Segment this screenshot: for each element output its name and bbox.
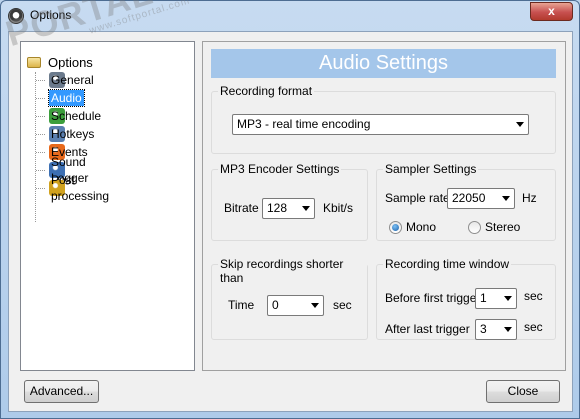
bitrate-value: 128 <box>267 201 288 215</box>
after-last-trigger-value: 3 <box>480 322 487 336</box>
chevron-down-icon <box>502 196 510 201</box>
skip-time-unit: sec <box>333 298 352 312</box>
tree-root-label: Options <box>48 54 93 70</box>
window-title: Options <box>30 8 72 22</box>
folder-icon <box>27 54 43 70</box>
before-first-trigger-select[interactable]: 1 <box>475 288 517 309</box>
stereo-label[interactable]: Stereo <box>485 220 520 234</box>
tree-item-schedule[interactable]: Schedule <box>49 107 101 125</box>
before-first-trigger-unit: sec <box>524 289 543 303</box>
tree-item-general[interactable]: General <box>49 71 94 89</box>
bitrate-select[interactable]: 128 <box>262 198 315 219</box>
settings-panel: Audio Settings Recording format MP3 - re… <box>202 41 566 371</box>
tree-connector <box>36 170 45 171</box>
options-tree[interactable]: Options General Audio Schedule Hotkeys Event… <box>20 41 195 371</box>
after-last-trigger-unit: sec <box>524 320 543 334</box>
before-first-trigger-value: 1 <box>480 291 487 305</box>
tree-connector <box>36 134 45 135</box>
mp3-encoder-title: MP3 Encoder Settings <box>218 162 342 176</box>
close-button[interactable]: Close <box>486 380 560 403</box>
app-icon <box>8 8 24 24</box>
chevron-down-icon <box>302 206 310 211</box>
recording-format-value: MP3 - real time encoding <box>237 117 371 131</box>
chevron-down-icon <box>516 122 524 127</box>
tree-connector <box>36 80 45 81</box>
sample-rate-unit: Hz <box>522 191 537 205</box>
recording-format-group: Recording format MP3 - real time encodin… <box>211 84 556 154</box>
panel-header: Audio Settings <box>211 49 556 78</box>
tree-item-post-processing[interactable]: Post processing <box>49 173 109 203</box>
tree-item-audio[interactable]: Audio <box>48 89 85 107</box>
tree-connector <box>35 72 36 222</box>
tree-connector <box>36 116 45 117</box>
bitrate-label: Bitrate <box>224 201 259 215</box>
chevron-down-icon <box>504 296 512 301</box>
after-last-trigger-select[interactable]: 3 <box>475 319 517 340</box>
after-last-trigger-label: After last trigger <box>385 322 470 336</box>
skip-time-select[interactable]: 0 <box>267 295 324 316</box>
options-window: Options x Options General Audio Schedule Ho… <box>0 0 580 419</box>
sampler-group: Sampler Settings Sample rate 22050 Hz Mo… <box>376 162 556 241</box>
tree-connector <box>36 98 45 99</box>
skip-recordings-group: Skip recordings shorter than Time 0 sec <box>211 257 368 340</box>
tree-item-label: Post processing <box>51 173 110 203</box>
recording-time-window-group: Recording time window Before first trigg… <box>376 257 556 340</box>
window-close-button[interactable]: x <box>530 2 573 21</box>
tree-item-label: General <box>51 73 94 87</box>
sample-rate-value: 22050 <box>452 191 486 205</box>
before-first-trigger-label: Before first trigger <box>385 291 481 305</box>
tree-item-label: Audio <box>48 89 85 107</box>
advanced-button[interactable]: Advanced... <box>24 380 99 403</box>
mono-label[interactable]: Mono <box>406 220 436 234</box>
sample-rate-label: Sample rate <box>385 191 450 205</box>
recording-format-select[interactable]: MP3 - real time encoding <box>232 114 529 135</box>
client-area: Options General Audio Schedule Hotkeys Event… <box>8 31 573 412</box>
time-label: Time <box>228 298 255 312</box>
chevron-down-icon <box>311 303 319 308</box>
tree-item-label: Hotkeys <box>51 127 95 141</box>
sample-rate-select[interactable]: 22050 <box>447 188 515 209</box>
skip-time-value: 0 <box>272 298 279 312</box>
tree-root-options[interactable]: Options <box>27 54 93 70</box>
recording-format-title: Recording format <box>218 84 315 98</box>
tree-connector <box>36 188 45 189</box>
recording-time-window-title: Recording time window <box>383 257 512 271</box>
stereo-radio[interactable] <box>468 221 481 234</box>
tree-item-label: Schedule <box>51 109 102 123</box>
mp3-encoder-group: MP3 Encoder Settings Bitrate 128 Kbit/s <box>211 162 368 241</box>
skip-recordings-title: Skip recordings shorter than <box>218 257 367 285</box>
title-bar[interactable]: Options x <box>1 1 579 31</box>
bitrate-unit: Kbit/s <box>323 201 354 215</box>
tree-item-hotkeys[interactable]: Hotkeys <box>49 125 94 143</box>
sampler-title: Sampler Settings <box>383 162 479 176</box>
tree-connector <box>36 152 45 153</box>
chevron-down-icon <box>504 327 512 332</box>
mono-radio[interactable] <box>389 221 402 234</box>
